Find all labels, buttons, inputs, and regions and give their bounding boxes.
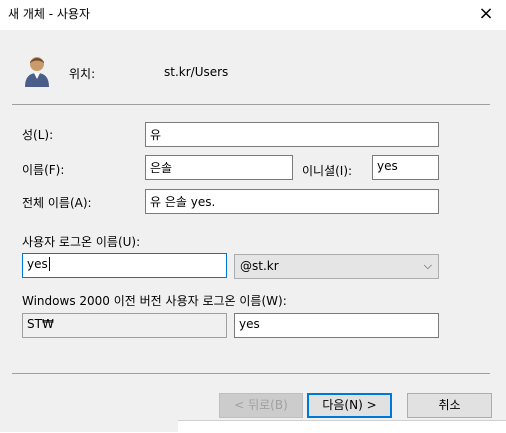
pre2000-logon-field[interactable]: yes: [234, 313, 439, 338]
text-cursor: ​: [48, 257, 50, 271]
background-window-strip: [178, 420, 506, 433]
full-name-field[interactable]: 유 은솔 yes.: [145, 189, 439, 214]
window-title: 새 개체 - 사용자: [8, 7, 91, 21]
logon-name-value: yes: [27, 257, 48, 271]
user-icon: [25, 57, 49, 87]
new-user-dialog: 새 개체 - 사용자 × 위치: st.kr/Users 성(L): 유 이름(…: [0, 0, 506, 433]
back-button[interactable]: < 뒤로(B): [219, 393, 303, 418]
logon-name-field[interactable]: yes​: [22, 253, 227, 278]
close-icon[interactable]: ×: [474, 2, 498, 26]
full-name-label: 전체 이름(A):: [22, 196, 92, 210]
title-bar: 새 개체 - 사용자 ×: [0, 0, 506, 30]
upn-suffix-dropdown[interactable]: @st.kr ⌵: [234, 254, 439, 279]
pre2000-domain-field: ST₩: [22, 313, 227, 338]
last-name-field[interactable]: 유: [145, 122, 439, 147]
divider-bottom: [12, 373, 490, 374]
chevron-down-icon: ⌵: [423, 259, 432, 272]
pre2000-label: Windows 2000 이전 버전 사용자 로그온 이름(W):: [22, 294, 287, 308]
location-value: st.kr/Users: [164, 65, 229, 79]
last-name-label: 성(L):: [22, 128, 54, 142]
logon-name-label: 사용자 로그온 이름(U):: [22, 235, 141, 249]
upn-suffix-selected: @st.kr: [240, 259, 279, 273]
cancel-button[interactable]: 취소: [407, 393, 492, 418]
initials-label: 이니셜(I):: [302, 164, 353, 178]
initials-field[interactable]: yes: [372, 155, 439, 180]
next-button[interactable]: 다음(N) >: [307, 393, 392, 418]
divider-top: [12, 104, 490, 105]
location-label: 위치:: [69, 67, 96, 81]
first-name-field[interactable]: 은솔: [145, 155, 293, 180]
first-name-label: 이름(F):: [22, 163, 65, 177]
